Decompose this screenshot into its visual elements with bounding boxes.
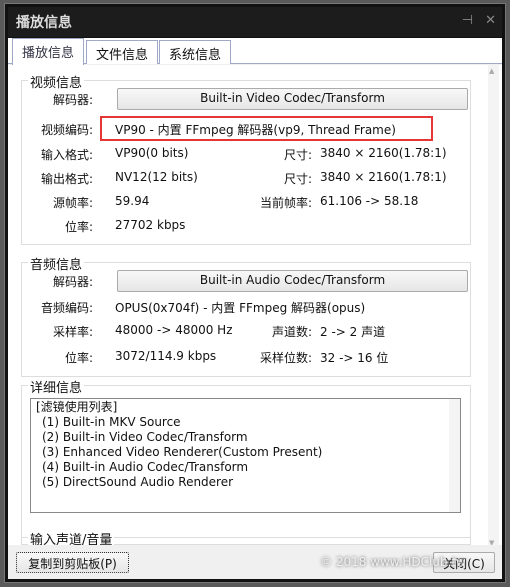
label: 解码器:: [52, 93, 93, 107]
title-bar: 播放信息 ⊣ ✕: [8, 7, 502, 37]
video-info-group: 视频信息 解码器: Built-in Video Codec/Transform…: [21, 72, 471, 245]
scrollbar[interactable]: ▲ ▼: [488, 65, 499, 549]
video-decoder-button[interactable]: Built-in Video Codec/Transform: [117, 88, 468, 110]
value: NV12(12 bits): [115, 170, 198, 184]
audio-decoder-button[interactable]: Built-in Audio Codec/Transform: [117, 270, 468, 292]
group-title: 详细信息: [28, 377, 85, 396]
value: 48000 -> 48000 Hz: [115, 323, 233, 337]
dialog-window: 播放信息 ⊣ ✕ 播放信息 文件信息 系统信息 ▲ ▼ 视频信息 解码器: Buil…: [4, 3, 506, 583]
list-scrollbar[interactable]: [449, 399, 460, 512]
tab-file-info[interactable]: 文件信息: [86, 40, 159, 64]
tab-page: ▲ ▼ 视频信息 解码器: Built-in Video Codec/Transf…: [8, 65, 502, 549]
list-item: (4) Built-in Audio Codec/Transform: [42, 460, 249, 474]
label: 音频编码:: [40, 301, 93, 315]
label: 采样位数:: [259, 351, 312, 365]
window-title: 播放信息: [16, 15, 72, 31]
group-title: 音频信息: [28, 254, 85, 273]
list-item: [滤镜使用列表]: [36, 400, 118, 414]
list-item: (1) Built-in MKV Source: [42, 415, 181, 429]
label: 输出格式:: [40, 172, 93, 186]
video-codec-value: VP90 - 内置 FFmpeg 解码器(vp9, Thread Frame): [115, 123, 396, 137]
group-title: 视频信息: [28, 72, 85, 91]
label: 源帧率:: [52, 196, 93, 210]
value: 59.94: [115, 194, 150, 208]
value: VP90(0 bits): [115, 146, 189, 160]
list-item: (2) Built-in Video Codec/Transform: [42, 430, 248, 444]
tab-system-info[interactable]: 系统信息: [159, 40, 232, 64]
tab-bar: 播放信息 文件信息 系统信息: [8, 38, 502, 65]
label: 解码器:: [52, 275, 93, 289]
label: 位率:: [64, 220, 93, 234]
value: 27702 kbps: [115, 218, 186, 232]
filter-list[interactable]: [滤镜使用列表] (1) Built-in MKV Source (2) Bui…: [30, 398, 461, 513]
list-item: (5) DirectSound Audio Renderer: [42, 475, 234, 489]
details-group: 详细信息 [滤镜使用列表] (1) Built-in MKV Source (2…: [21, 377, 471, 545]
button-bar: 复制到剪贴板(P) 关闭(C) © 2018 www.HDClub.tw: [8, 545, 502, 579]
label: 尺寸:: [283, 148, 312, 162]
copy-to-clipboard-button[interactable]: 复制到剪贴板(P): [16, 552, 129, 573]
label: 当前帧率:: [259, 196, 312, 210]
label: 视频编码:: [40, 123, 93, 137]
label: 声道数:: [271, 325, 312, 339]
label: 尺寸:: [283, 172, 312, 186]
value: 3840 × 2160(1.78:1): [320, 146, 447, 160]
watermark: © 2018 www.HDClub.tw: [320, 555, 466, 569]
label: 采样率:: [52, 325, 93, 339]
value: OPUS(0x704f) - 内置 FFmpeg 解码器(opus): [115, 301, 366, 315]
pin-icon[interactable]: ⊣: [462, 13, 473, 28]
value: 3072/114.9 kbps: [115, 349, 217, 363]
value: 3840 × 2160(1.78:1): [320, 170, 447, 184]
value: 32 -> 16 位: [320, 351, 389, 365]
label: 输入格式:: [40, 148, 93, 162]
audio-info-group: 音频信息 解码器: Built-in Audio Codec/Transform…: [21, 254, 471, 377]
tab-playback-info[interactable]: 播放信息: [12, 38, 85, 65]
value: 61.106 -> 58.18: [320, 194, 419, 208]
label: 位率:: [64, 351, 93, 365]
value: 2 -> 2 声道: [320, 325, 386, 339]
close-icon[interactable]: ✕: [485, 13, 496, 28]
list-item: (3) Enhanced Video Renderer(Custom Prese…: [42, 445, 323, 459]
